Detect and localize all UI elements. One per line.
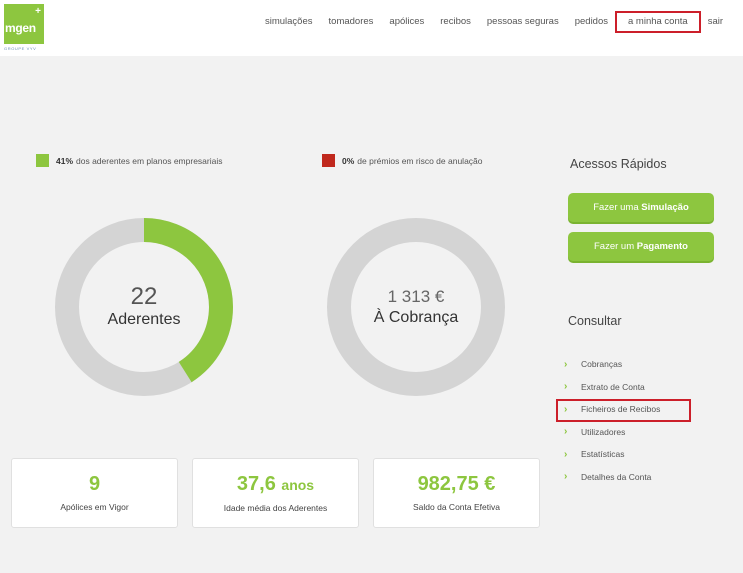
link-label: Extrato de Conta xyxy=(581,381,645,392)
link-label: Detalhes da Conta xyxy=(581,471,652,482)
chevron-right-icon: › xyxy=(564,471,568,483)
top-navigation-bar: mgen + GROUPE VYV simulações tomadores a… xyxy=(0,0,743,56)
card-average-age-label: Idade média dos Aderentes xyxy=(223,503,328,513)
members-donut-chart: 22 Aderentes xyxy=(55,218,233,396)
card-active-policies-value: 9 xyxy=(12,472,177,496)
link-estatisticas[interactable]: › Estatísticas xyxy=(564,443,660,466)
legend-cancellation-risk: 0% de prémios em risco de anulação xyxy=(322,154,483,167)
legend-risk-text: de prémios em risco de anulação xyxy=(357,155,483,166)
collection-donut-center: 1 313 € À Cobrança xyxy=(327,218,505,396)
nav-simulacoes[interactable]: simulações xyxy=(257,16,321,28)
nav-tomadores[interactable]: tomadores xyxy=(321,16,382,28)
link-utilizadores[interactable]: › Utilizadores xyxy=(564,421,660,444)
chevron-right-icon: › xyxy=(564,381,568,393)
logo-group-text: GROUPE VYV xyxy=(4,46,37,51)
card-account-balance-value: 982,75 € xyxy=(374,472,539,496)
link-label: Cobranças xyxy=(581,359,623,370)
card-value-text: 9 xyxy=(88,473,101,495)
members-count: 22 xyxy=(130,283,158,310)
link-cobrancas[interactable]: › Cobranças xyxy=(564,353,660,376)
members-donut-center: 22 Aderentes xyxy=(55,218,233,396)
card-active-policies-label: Apólices em Vigor xyxy=(60,502,129,512)
link-detalhes-da-conta[interactable]: › Detalhes da Conta xyxy=(564,466,660,489)
members-label: Aderentes xyxy=(107,311,181,328)
card-account-balance: 982,75 € Saldo da Conta Efetiva xyxy=(373,458,540,528)
nav-sair[interactable]: sair xyxy=(700,16,731,28)
card-account-balance-label: Saldo da Conta Efetiva xyxy=(413,502,500,512)
legend-business-value: 41% xyxy=(56,155,74,166)
chevron-right-icon: › xyxy=(564,358,568,370)
nav-pedidos[interactable]: pedidos xyxy=(567,16,616,28)
link-label: Ficheiros de Recibos xyxy=(581,404,661,415)
link-label: Utilizadores xyxy=(581,426,626,437)
collection-donut-chart: 1 313 € À Cobrança xyxy=(327,218,505,396)
legend-risk-value: 0% xyxy=(342,155,355,166)
button-prefix: Fazer uma xyxy=(593,202,642,213)
chevron-right-icon: › xyxy=(564,448,568,460)
consult-links: › Cobranças › Extrato de Conta › Ficheiros … xyxy=(555,353,692,489)
link-label: Estatísticas xyxy=(581,449,625,460)
logo-plus-icon: + xyxy=(35,6,41,17)
legend-red-swatch xyxy=(322,154,335,167)
new-simulation-button[interactable]: Fazer uma Simulação xyxy=(568,193,714,222)
chevron-right-icon: › xyxy=(564,426,568,438)
card-value-text: 37,6 xyxy=(236,473,276,495)
card-value-text: 982,75 € xyxy=(417,473,496,495)
quick-access-title: Acessos Rápidos xyxy=(570,157,667,171)
main-nav: simulações tomadores apólices recibos pe… xyxy=(257,11,731,33)
nav-a-minha-conta[interactable]: a minha conta xyxy=(615,11,701,33)
card-active-policies: 9 Apólices em Vigor xyxy=(11,458,178,528)
mgen-logo[interactable]: mgen + xyxy=(4,4,44,44)
button-bold: Simulação xyxy=(641,202,689,213)
chevron-right-icon: › xyxy=(564,403,568,415)
button-bold: Pagamento xyxy=(636,241,688,252)
legend-green-swatch xyxy=(36,154,49,167)
button-prefix: Fazer um xyxy=(594,241,637,252)
legend-business-plans: 41% dos aderentes em planos empresariais xyxy=(36,154,222,167)
collection-label: À Cobrança xyxy=(373,309,459,326)
card-average-age: 37,6 anos Idade média dos Aderentes xyxy=(192,458,359,528)
nav-apolices[interactable]: apólices xyxy=(381,16,432,28)
nav-recibos[interactable]: recibos xyxy=(432,16,479,28)
link-extrato-de-conta[interactable]: › Extrato de Conta xyxy=(564,376,660,399)
legend-business-text: dos aderentes em planos empresariais xyxy=(76,155,223,166)
collection-amount: 1 313 € xyxy=(387,287,445,306)
link-ficheiros-de-recibos[interactable]: › Ficheiros de Recibos xyxy=(555,398,692,422)
make-payment-button[interactable]: Fazer um Pagamento xyxy=(568,232,714,261)
card-average-age-value: 37,6 anos xyxy=(193,472,358,497)
card-value-unit: anos xyxy=(281,477,315,493)
logo-text: mgen xyxy=(5,21,36,35)
consult-title: Consultar xyxy=(568,314,622,328)
nav-pessoas-seguras[interactable]: pessoas seguras xyxy=(479,16,567,28)
